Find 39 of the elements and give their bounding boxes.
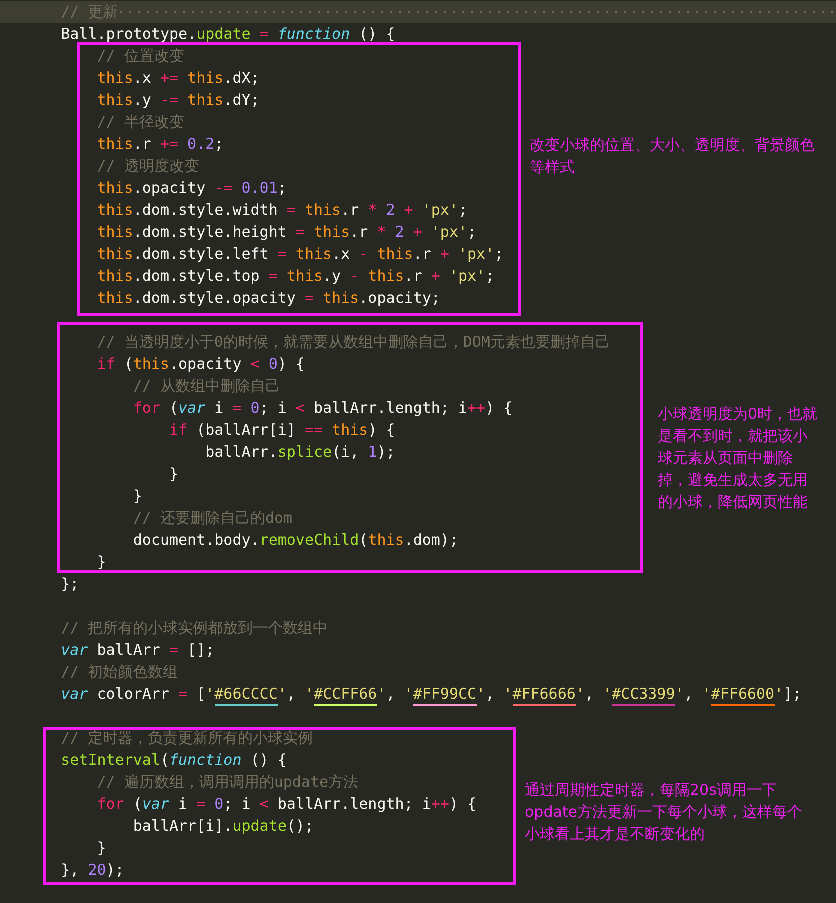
code-line: } [96, 838, 106, 859]
code-line: // 从数组中删除自己 [132, 376, 280, 397]
code-line: ballArr.splice(i, 1); [204, 442, 396, 463]
code-line: setInterval(function () { [60, 750, 287, 771]
code-line: this.opacity -= 0.01; [96, 178, 287, 199]
code-line: // 位置改变 [96, 46, 184, 67]
code-line: // 透明度改变 [96, 156, 200, 177]
code-line: document.body.removeChild(this.dom); [132, 530, 458, 551]
code-line: if (this.opacity < 0) { [96, 354, 305, 375]
code-line: this.dom.style.left = this.x - this.r + 'px'; [96, 244, 504, 265]
code-line: // 初始颜色数组 [60, 662, 178, 683]
code-line: this.dom.style.width = this.r * 2 + 'px'; [96, 200, 468, 221]
code-line: if (ballArr[i] == this) { [168, 420, 396, 441]
code-line: } [168, 464, 179, 485]
code-line: var colorArr = ['#66CCCC', '#CCFF66', '#FF99CC', '#FF6666', '#CC3399', '#FF6600']; [0, 683, 802, 705]
code-line: for (var i = 0; i < ballArr.length; i++) { [96, 794, 477, 815]
code-line: this.y -= this.dY; [96, 90, 260, 111]
code-line: Ball.prototype.update = function () { [60, 24, 396, 45]
code-line: }; [60, 574, 80, 595]
code-line: // 遍历数组，调用调用的update方法 [96, 772, 359, 793]
code-line: this.dom.style.height = this.r * 2 + 'px'; [96, 222, 477, 243]
code-line: // 半径改变 [96, 112, 184, 133]
code-line: this.r += 0.2; [96, 134, 224, 155]
code-line: this.dom.style.opacity = this.opacity; [96, 288, 440, 309]
code-line: } [132, 486, 142, 507]
code-line: }, 20); [60, 860, 124, 881]
annotation-note: 改变小球的位置、大小、透明度、背景颜色等样式 [530, 135, 816, 178]
code-line: // 把所有的小球实例都放到一个数组中 [60, 618, 328, 639]
code-line: ballArr[i].update(); [132, 816, 314, 837]
code-line: var ballArr = []; [60, 640, 215, 661]
code-line: this.x += this.dX; [96, 68, 260, 89]
code-line: // 定时器，负责更新所有的小球实例 [60, 728, 314, 749]
code-line: for (var i = 0; i < ballArr.length; i++) { [132, 398, 513, 419]
code-line: this.dom.style.top = this.y - this.r + 'px'; [96, 266, 495, 287]
annotation-note: 小球透明度为0时，也就是看不到时，就把该小球元素从页面中删除掉，避免生成太多无用的小球，降低网页性能 [658, 404, 819, 513]
annotation-note: 通过周期性定时器，每隔20s调用一下opdate方法更新一下每个小球，这样每个小球看上其才是不断变化的 [525, 780, 804, 845]
code-line: // 还要删除自己的dom [132, 508, 293, 529]
code-line: } [96, 552, 106, 573]
code-line: // 当透明度小于0的时候，就需要从数组中删除自己，DOM元素也要删掉自己 [96, 332, 610, 353]
